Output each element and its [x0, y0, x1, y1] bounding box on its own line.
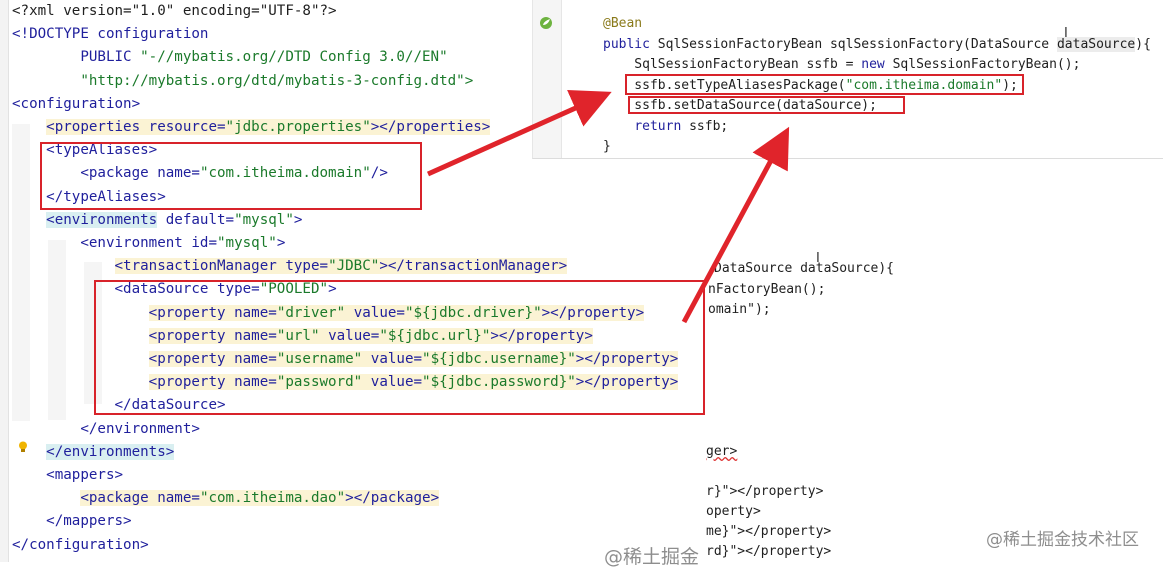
annotation-arrows	[426, 89, 790, 324]
arrow-datasource	[681, 126, 790, 324]
watermark-right: @稀土掘金技术社区	[986, 530, 1139, 550]
arrow-typealiases	[426, 89, 612, 177]
watermark-bottom: @稀土掘金	[604, 546, 700, 568]
